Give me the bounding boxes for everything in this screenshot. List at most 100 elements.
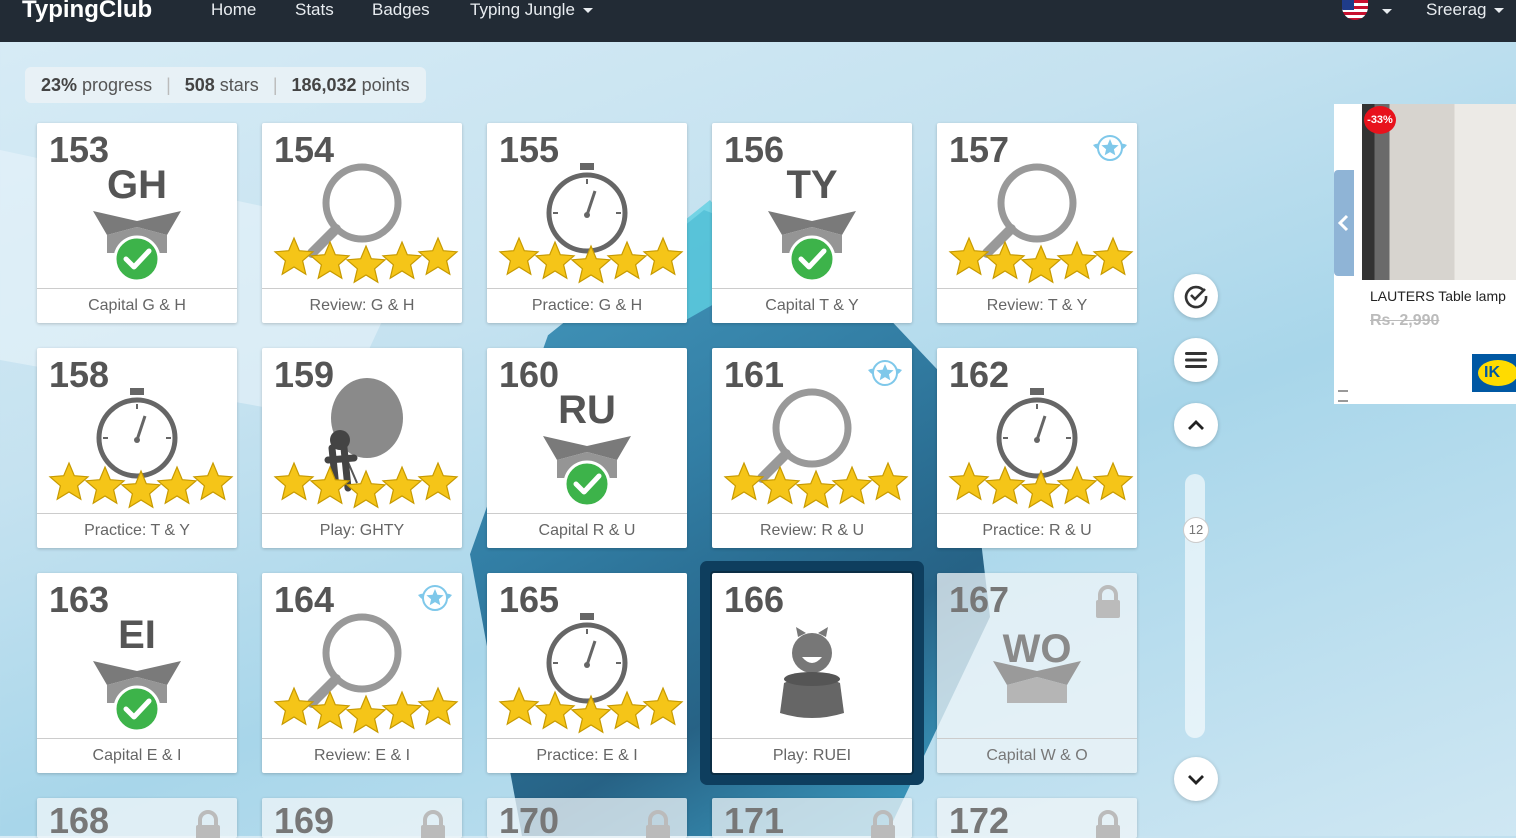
lesson-number: 168	[49, 800, 110, 838]
lesson-title: Capital W & O	[937, 738, 1137, 773]
winged-star-badge-icon	[868, 360, 902, 386]
menu-button[interactable]	[1174, 338, 1218, 382]
ikea-logo[interactable]: IK	[1472, 354, 1516, 392]
lesson-card-160[interactable]: 160 RU Capital R & U	[487, 348, 687, 548]
lock-icon	[871, 810, 895, 838]
ad-logo-text: IK	[1478, 360, 1516, 386]
checkmark-icon	[563, 460, 611, 508]
chevron-down-icon	[1494, 8, 1505, 14]
lesson-title: Play: GHTY	[262, 513, 462, 548]
lesson-card-164[interactable]: 164 Review: E & I	[262, 573, 462, 773]
stopwatch-icon	[996, 388, 1078, 479]
nav-home[interactable]: Home	[211, 0, 256, 20]
star-icon	[273, 461, 315, 501]
scroll-position-indicator[interactable]: 12	[1183, 517, 1209, 543]
chevron-up-icon	[1188, 420, 1204, 430]
lesson-title: Practice: T & Y	[37, 513, 237, 548]
star-icon	[273, 236, 315, 276]
scroll-down-button[interactable]	[1174, 757, 1218, 801]
lesson-card-157[interactable]: 157 Review: T & Y	[937, 123, 1137, 323]
star-icon	[381, 240, 423, 280]
star-icon	[498, 236, 540, 276]
star-icon	[156, 465, 198, 505]
lesson-card-165[interactable]: 165 Practice: E & I	[487, 573, 687, 773]
lesson-title: Review: T & Y	[937, 288, 1137, 323]
us-flag-icon[interactable]	[1342, 0, 1368, 20]
checkmark-icon	[788, 235, 836, 283]
star-icon	[345, 244, 387, 284]
lesson-title: Practice: G & H	[487, 288, 687, 323]
lesson-card-161[interactable]: 161 Review: R & U	[712, 348, 912, 548]
star-icon	[417, 236, 459, 276]
lesson-card-153[interactable]: 153 GH Capital G & H	[37, 123, 237, 323]
lesson-title: Review: G & H	[262, 288, 462, 323]
lesson-card-166[interactable]: 166 Play: RUEI	[710, 571, 914, 775]
ad-banner[interactable]: -33% LAUTERS Table lamp Rs. 2,990 IK	[1334, 104, 1516, 404]
lesson-title: Practice: E & I	[487, 738, 687, 773]
lesson-card-167[interactable]: 167 WO Capital W & O	[937, 573, 1137, 773]
stars-label: stars	[219, 74, 259, 95]
lesson-card-158[interactable]: 158 Practice: T & Y	[37, 348, 237, 548]
magnifier-icon	[982, 163, 1077, 258]
star-icon	[867, 461, 909, 501]
ad-prev-button[interactable]	[1334, 170, 1354, 276]
lesson-letters: RU	[558, 388, 616, 432]
lesson-card-170[interactable]: 170	[487, 798, 687, 838]
lesson-card-168[interactable]: 168	[37, 798, 237, 838]
lock-icon	[421, 810, 445, 838]
stopwatch-icon	[96, 388, 178, 479]
ad-price: Rs. 2,990	[1370, 312, 1440, 329]
star-icon	[1092, 236, 1134, 276]
user-menu[interactable]: Sreerag	[1426, 0, 1505, 20]
star-icon	[1092, 461, 1134, 501]
lesson-card-169[interactable]: 169	[262, 798, 462, 838]
lesson-card-171[interactable]: 171	[712, 798, 912, 838]
scroll-up-button[interactable]	[1174, 403, 1218, 447]
nav-badges[interactable]: Badges	[372, 0, 430, 20]
lesson-number: 171	[724, 800, 785, 838]
progress-stats-bar: 23% progress | 508 stars | 186,032 point…	[25, 67, 426, 103]
lesson-card-159[interactable]: 159 Play: GHTY	[262, 348, 462, 548]
lesson-card-172[interactable]: 172	[937, 798, 1137, 838]
stopwatch-icon	[948, 388, 1134, 509]
magnifier-icon	[307, 163, 402, 258]
lesson-title: Practice: R & U	[937, 513, 1137, 548]
star-icon	[498, 686, 540, 726]
level-scrollbar[interactable]	[1185, 474, 1205, 738]
lesson-letters: EI	[118, 613, 156, 657]
star-icon	[795, 469, 837, 509]
lesson-number: 169	[274, 800, 335, 838]
lesson-letters: WO	[1002, 627, 1072, 671]
lesson-number: 172	[949, 800, 1010, 838]
chevron-down-icon[interactable]	[1382, 9, 1392, 14]
divider: |	[272, 74, 278, 95]
checkmark-icon	[113, 685, 161, 733]
lesson-title: Review: R & U	[712, 513, 912, 548]
lesson-card-163[interactable]: 163 EI Capital E & I	[37, 573, 237, 773]
star-icon	[345, 694, 387, 734]
ad-options-icon[interactable]	[1338, 390, 1348, 402]
winged-star-badge-icon	[1093, 135, 1127, 161]
nav-stats[interactable]: Stats	[295, 0, 334, 20]
completed-filter-button[interactable]	[1174, 274, 1218, 318]
lock-icon	[1096, 585, 1120, 618]
lesson-card-162[interactable]: 162 Practice: R & U	[937, 348, 1137, 548]
star-icon	[192, 461, 234, 501]
nav-typing-jungle-label: Typing Jungle	[470, 0, 575, 19]
star-icon	[642, 236, 684, 276]
lesson-card-156[interactable]: 156 TY Capital T & Y	[712, 123, 912, 323]
star-icon	[606, 690, 648, 730]
jar-game-icon	[780, 627, 844, 718]
stopwatch-icon	[546, 613, 628, 704]
lesson-card-155[interactable]: 155 Practice: G & H	[487, 123, 687, 323]
ad-product-title[interactable]: LAUTERS Table lamp	[1370, 288, 1506, 304]
lesson-number: 170	[499, 800, 560, 838]
brand-logo[interactable]: TypingClub	[22, 0, 152, 24]
star-icon	[948, 461, 990, 501]
lesson-title: Capital R & U	[487, 513, 687, 548]
star-icon	[381, 465, 423, 505]
top-navbar: TypingClub Home Stats Badges Typing Jung…	[0, 0, 1516, 42]
star-icon	[1056, 465, 1098, 505]
nav-typing-jungle[interactable]: Typing Jungle	[470, 0, 593, 20]
lesson-card-154[interactable]: 154 Review: G & H	[262, 123, 462, 323]
